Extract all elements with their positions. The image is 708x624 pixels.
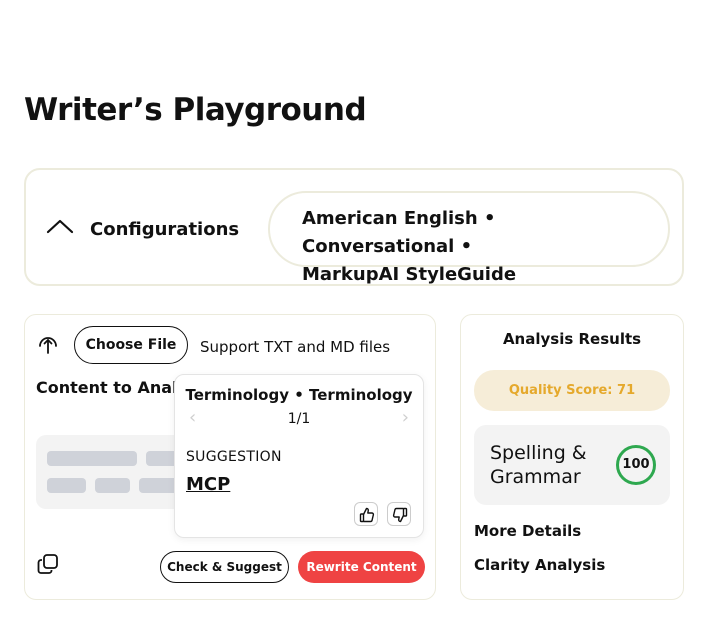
- skeleton-line: [47, 451, 137, 466]
- configurations-label[interactable]: Configurations: [90, 219, 239, 240]
- spelling-grammar-score: 100: [616, 445, 656, 485]
- more-details-heading: More Details: [474, 522, 582, 540]
- support-text: Support TXT and MD files: [200, 338, 391, 356]
- spelling-grammar-label-line-1: Spelling &: [490, 442, 587, 464]
- upload-icon[interactable]: [37, 333, 59, 355]
- clarity-analysis-item[interactable]: Clarity Analysis: [474, 556, 605, 574]
- rewrite-content-button[interactable]: Rewrite Content: [298, 551, 425, 583]
- skeleton-line: [95, 478, 130, 493]
- configuration-summary-pill[interactable]: American English • Conversational • Mark…: [268, 191, 670, 285]
- analysis-results-panel: Analysis Results Quality Score: 71 Spell…: [460, 314, 684, 600]
- configuration-summary-line-1: American English • Conversational •: [302, 208, 496, 257]
- configurations-panel: Configurations American English • Conver…: [24, 168, 684, 286]
- choose-file-button[interactable]: Choose File: [74, 326, 188, 364]
- thumbs-down-button[interactable]: [387, 502, 411, 526]
- suggestion-label: SUGGESTION: [186, 449, 282, 465]
- suggestion-value[interactable]: MCP: [186, 474, 230, 495]
- suggestion-popover: Terminology • Terminology ‹ 1/1 › SUGGES…: [174, 374, 424, 538]
- page-title: Writer’s Playground: [24, 92, 367, 128]
- suggestion-counter: 1/1: [287, 411, 311, 427]
- chevron-up-icon[interactable]: [46, 218, 74, 234]
- analysis-results-title: Analysis Results: [502, 330, 642, 348]
- thumbs-up-icon: [359, 507, 375, 523]
- chevron-right-icon[interactable]: ›: [402, 407, 409, 428]
- thumbs-up-button[interactable]: [354, 502, 378, 526]
- suggestion-category: Terminology • Terminology: [185, 386, 413, 404]
- check-and-suggest-button[interactable]: Check & Suggest: [160, 551, 289, 583]
- configuration-summary-line-2: MarkupAI StyleGuide: [302, 264, 517, 285]
- quality-score-badge: Quality Score: 71: [474, 370, 670, 411]
- spelling-grammar-label: Spelling & Grammar: [490, 441, 587, 489]
- thumbs-down-icon: [392, 507, 408, 523]
- spelling-grammar-card[interactable]: Spelling & Grammar 100: [474, 425, 670, 505]
- copy-icon[interactable]: [37, 553, 59, 575]
- spelling-grammar-label-line-2: Grammar: [490, 466, 581, 488]
- skeleton-line: [47, 478, 86, 493]
